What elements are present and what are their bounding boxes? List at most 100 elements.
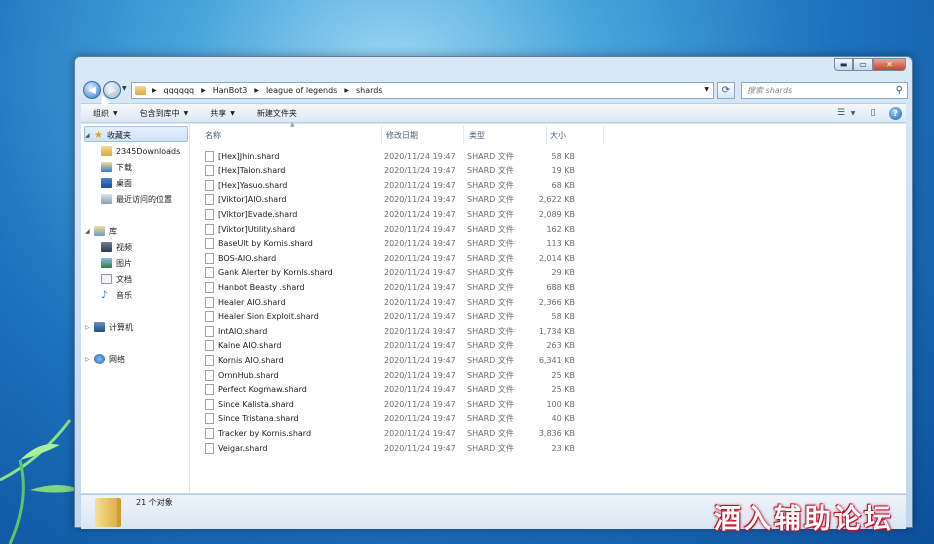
nav-item-downloads-2345[interactable]: 2345Downloads [101, 144, 180, 158]
file-row[interactable]: Kaine AIO.shard 2020/11/24 19:47 SHARD 文件 2… [205, 339, 605, 353]
breadcrumb-item[interactable]: HanBot3 [213, 86, 248, 95]
chevron-right-icon[interactable]: ▷ [85, 356, 91, 363]
file-date: 2020/11/24 19:47 [384, 385, 456, 395]
minimize-button[interactable]: ▬ [834, 58, 853, 71]
file-size: 100 KB [546, 399, 575, 409]
nav-item-recent-places[interactable]: 最近访问的位置 [101, 192, 172, 206]
video-icon [101, 242, 112, 252]
file-date: 2020/11/24 19:47 [384, 195, 456, 205]
column-divider[interactable] [463, 126, 464, 144]
organize-label: 组织 [93, 108, 109, 118]
nav-item-music[interactable]: ♪ 音乐 [101, 288, 132, 302]
file-row[interactable]: Tracker by Kornis.shard 2020/11/24 19:47 S… [205, 426, 605, 440]
file-row[interactable]: [Hex]Jhin.shard 2020/11/24 19:47 SHARD 文件 5… [205, 149, 605, 163]
include-in-library-menu[interactable]: 包含到库中 ▼ [140, 108, 189, 119]
nav-network[interactable]: ▷ 网络 [85, 352, 125, 366]
file-icon [205, 296, 214, 308]
column-header-size[interactable]: 大小 [550, 128, 566, 142]
column-header-date[interactable]: 修改日期 [386, 128, 418, 142]
file-row[interactable]: OrnnHub.shard 2020/11/24 19:47 SHARD 文件 25 … [205, 368, 605, 382]
nav-libraries[interactable]: ◢ 库 [85, 224, 117, 238]
file-row[interactable]: IntAIO.shard 2020/11/24 19:47 SHARD 文件 1,73… [205, 324, 605, 338]
nav-favorites-label: 收藏夹 [106, 130, 131, 140]
column-divider[interactable] [603, 126, 604, 144]
breadcrumb-item[interactable]: shards [356, 86, 383, 95]
file-name: IntAIO.shard [218, 326, 268, 336]
file-row[interactable]: Veigar.shard 2020/11/24 19:47 SHARD 文件 23 K… [205, 441, 605, 455]
view-options-icon[interactable]: ☰ [833, 106, 849, 120]
search-icon[interactable]: ⚲ [896, 85, 903, 96]
column-header-name[interactable]: 名称 [205, 128, 221, 142]
file-row[interactable]: [Hex]Talon.shard 2020/11/24 19:47 SHARD 文件… [205, 164, 605, 178]
file-row[interactable]: Hanbot Beasty .shard 2020/11/24 19:47 SHAR… [205, 280, 605, 294]
file-date: 2020/11/24 19:47 [384, 282, 456, 292]
file-name: [Viktor]Utility.shard [218, 224, 296, 234]
column-header-type[interactable]: 类型 [469, 128, 485, 142]
file-row[interactable]: Kornis AIO.shard 2020/11/24 19:47 SHARD 文件… [205, 353, 605, 367]
sort-indicator-icon: ▲ [290, 121, 295, 128]
close-button[interactable]: ✕ [873, 58, 906, 71]
nav-item-desktop[interactable]: 桌面 [101, 176, 132, 190]
chevron-right-icon[interactable]: ▶ [344, 87, 349, 94]
nav-item-downloads[interactable]: 下载 [101, 160, 132, 174]
column-header-label: 名称 [205, 130, 221, 140]
view-dropdown-icon[interactable]: ▼ [849, 106, 857, 120]
chevron-down-icon[interactable]: ◢ [85, 228, 91, 235]
chevron-right-icon[interactable]: ▶ [201, 87, 206, 94]
organize-menu[interactable]: 组织 ▼ [93, 108, 118, 119]
file-row[interactable]: Gank Alerter by Kornis.shard 2020/11/24 1… [205, 266, 605, 280]
file-name: Kornis AIO.shard [218, 355, 284, 365]
address-bar[interactable]: ▶ qqqqqq ▶ HanBot3 ▶ league of legends ▶… [131, 82, 714, 99]
nav-computer[interactable]: ▷ 计算机 [85, 320, 133, 334]
help-icon[interactable]: ? [889, 106, 902, 120]
address-row: ◀ ▶ ▼ ▶ qqqqqq ▶ HanBot3 ▶ league of leg… [81, 79, 908, 101]
nav-item-videos[interactable]: 视频 [101, 240, 132, 254]
file-name: Since Tristana.shard [218, 414, 299, 424]
column-header-label: 类型 [469, 130, 485, 140]
file-row[interactable]: Since Kalista.shard 2020/11/24 19:47 SHARD… [205, 397, 605, 411]
new-folder-button[interactable]: 新建文件夹 [257, 108, 297, 119]
nav-item-label: 桌面 [116, 178, 132, 188]
share-menu[interactable]: 共享 ▼ [210, 108, 235, 119]
search-input[interactable]: 搜索 shards ⚲ [741, 82, 908, 99]
file-icon [205, 413, 214, 425]
preview-pane-icon[interactable]: ▯ [865, 106, 881, 120]
folder-icon [95, 498, 121, 527]
address-dropdown-icon[interactable]: ▼ [704, 86, 709, 93]
nav-favorites[interactable]: ◢ ★ 收藏夹 [85, 128, 131, 142]
file-icon [205, 238, 214, 250]
file-size: 2,622 KB [538, 195, 575, 205]
chevron-right-icon[interactable]: ▶ [152, 87, 157, 94]
file-row[interactable]: BOS-AIO.shard 2020/11/24 19:47 SHARD 文件 2,0… [205, 251, 605, 265]
column-divider[interactable] [546, 126, 547, 144]
breadcrumb-item[interactable]: qqqqqq [164, 86, 194, 95]
chevron-down-icon[interactable]: ◢ [85, 132, 91, 139]
breadcrumb-item[interactable]: league of legends [266, 86, 337, 95]
chevron-right-icon[interactable]: ▷ [85, 324, 91, 331]
file-size: 113 KB [546, 239, 575, 249]
nav-item-documents[interactable]: 文档 [101, 272, 132, 286]
pictures-icon [101, 258, 112, 268]
file-row[interactable]: [Viktor]Utility.shard 2020/11/24 19:47 SHA… [205, 222, 605, 236]
file-row[interactable]: [Viktor]Evade.shard 2020/11/24 19:47 SHARD… [205, 207, 605, 221]
file-type: SHARD 文件 [467, 355, 514, 365]
nav-network-label: 网络 [109, 354, 125, 364]
file-row[interactable]: [Hex]Yasuo.shard 2020/11/24 19:47 SHARD 文件… [205, 178, 605, 192]
item-count: 21 个对象 [136, 498, 173, 507]
content-area: ◢ ★ 收藏夹 2345Downloads 下载 桌面 最近访问的位置 ◢ 库 … [81, 121, 906, 493]
file-row[interactable]: Healer AIO.shard 2020/11/24 19:47 SHARD 文件… [205, 295, 605, 309]
file-row[interactable]: [Viktor]AIO.shard 2020/11/24 19:47 SHARD 文… [205, 193, 605, 207]
refresh-button[interactable]: ⟳ [717, 82, 735, 99]
file-row[interactable]: Perfect Kogmaw.shard 2020/11/24 19:47 SHAR… [205, 383, 605, 397]
chevron-right-icon[interactable]: ▶ [254, 87, 259, 94]
maximize-button[interactable]: ▭ [853, 58, 873, 71]
file-row[interactable]: Since Tristana.shard 2020/11/24 19:47 SHAR… [205, 412, 605, 426]
file-icon [205, 267, 214, 279]
file-row[interactable]: BaseUlt by Kornis.shard 2020/11/24 19:47 S… [205, 237, 605, 251]
recent-pages-dropdown[interactable]: ▼ [122, 85, 127, 92]
nav-item-label: 最近访问的位置 [116, 194, 172, 204]
column-divider[interactable] [381, 126, 382, 144]
file-row[interactable]: Healer Sion Exploit.shard 2020/11/24 19:4… [205, 310, 605, 324]
file-date: 2020/11/24 19:47 [384, 297, 456, 307]
nav-item-pictures[interactable]: 图片 [101, 256, 132, 270]
